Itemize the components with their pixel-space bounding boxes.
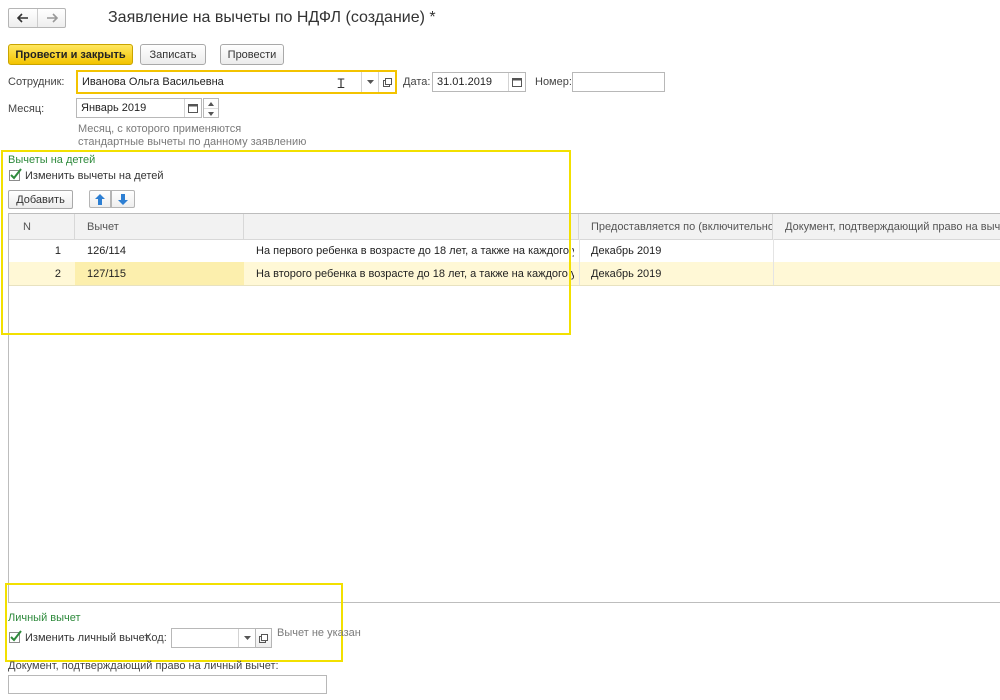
table-row[interactable]: 1 126/114 На первого ребенка в возрасте … <box>9 239 1000 263</box>
arrow-left-icon <box>17 13 28 23</box>
column-divider <box>579 239 580 285</box>
text-cursor-icon: Ｉ <box>334 75 348 91</box>
chevron-down-icon <box>243 635 251 640</box>
row-description: На второго ребенка в возрасте до 18 лет,… <box>256 267 574 280</box>
change-personal-checkbox[interactable] <box>9 630 22 643</box>
date-value: 31.01.2019 <box>437 76 493 88</box>
forward-button[interactable] <box>38 9 66 27</box>
nav-buttons <box>8 8 66 28</box>
column-header-until[interactable]: Предоставляется по (включительно) <box>579 214 773 239</box>
code-open-button[interactable] <box>256 628 272 648</box>
employee-value: Иванова Ольга Васильевна <box>82 76 224 88</box>
post-button[interactable]: Провести <box>220 44 284 65</box>
date-calendar-button[interactable] <box>508 73 525 91</box>
post-and-close-button[interactable]: Провести и закрыть <box>8 44 133 65</box>
stepper-up-icon[interactable] <box>204 99 218 109</box>
column-header-deduction[interactable]: Вычет <box>75 214 244 239</box>
row-document <box>773 239 1000 262</box>
arrow-right-icon <box>47 13 58 23</box>
personal-doc-field[interactable] <box>8 675 327 694</box>
employee-label: Сотрудник: <box>8 76 65 88</box>
move-up-button[interactable] <box>89 190 111 208</box>
month-hint-line1: Месяц, с которого применяются <box>78 123 242 135</box>
row-number: 1 <box>54 244 61 257</box>
code-dropdown-button[interactable] <box>238 629 255 647</box>
table-header: N Вычет Предоставляется по (включительно… <box>9 214 1000 240</box>
personal-section-title: Личный вычет <box>8 612 81 624</box>
row-code: 127/115 <box>75 262 244 285</box>
table-row-selected[interactable]: 2 127/115 На второго ребенка в возрасте … <box>9 262 1000 286</box>
chevron-down-icon <box>366 79 374 84</box>
move-down-button[interactable] <box>111 190 135 208</box>
month-stepper[interactable] <box>203 98 219 118</box>
change-children-checkbox[interactable] <box>9 168 22 181</box>
deduction-not-specified: Вычет не указан <box>277 627 361 639</box>
column-divider <box>773 239 774 285</box>
month-value: Январь 2019 <box>81 102 147 114</box>
employee-field[interactable]: Иванова Ольга Васильевна Ｉ <box>76 70 397 94</box>
row-code: 126/114 <box>87 244 126 257</box>
page-title: Заявление на вычеты по НДФЛ (создание) * <box>108 9 436 26</box>
month-hint-line2: стандартные вычеты по данному заявлению <box>78 136 307 148</box>
change-children-label: Изменить вычеты на детей <box>25 170 164 182</box>
arrow-up-icon <box>95 193 105 205</box>
column-header-document[interactable]: Документ, подтверждающий право на вычет <box>773 214 1000 239</box>
number-field[interactable] <box>572 72 665 92</box>
back-button[interactable] <box>9 9 38 27</box>
number-label: Номер: <box>535 76 572 88</box>
date-field[interactable]: 31.01.2019 <box>432 72 526 92</box>
checkmark-icon <box>10 630 22 642</box>
code-label: Код: <box>145 632 167 644</box>
month-calendar-button[interactable] <box>184 99 201 117</box>
row-until: Декабрь 2019 <box>591 267 662 280</box>
row-document <box>773 262 1000 285</box>
date-label: Дата: <box>403 76 431 88</box>
open-window-icon <box>259 633 268 643</box>
month-field[interactable]: Январь 2019 <box>76 98 202 118</box>
calendar-icon <box>188 104 198 113</box>
children-deductions-table: N Вычет Предоставляется по (включительно… <box>8 213 1000 603</box>
arrow-down-icon <box>118 193 128 205</box>
change-personal-label: Изменить личный вычет <box>25 632 150 644</box>
column-header-description[interactable] <box>244 214 579 239</box>
employee-open-button[interactable] <box>378 72 395 92</box>
code-field[interactable] <box>171 628 256 648</box>
row-description: На первого ребенка в возрасте до 18 лет,… <box>256 244 574 257</box>
checkmark-icon <box>10 168 22 180</box>
save-button[interactable]: Записать <box>140 44 206 65</box>
row-until: Декабрь 2019 <box>591 244 662 257</box>
personal-doc-label: Документ, подтверждающий право на личный… <box>8 660 279 672</box>
calendar-icon <box>512 78 522 87</box>
row-number: 2 <box>54 267 61 280</box>
add-deduction-button[interactable]: Добавить <box>8 190 73 209</box>
column-header-n[interactable]: N <box>9 214 75 239</box>
month-label: Месяц: <box>8 103 45 115</box>
children-section-title: Вычеты на детей <box>8 154 96 166</box>
stepper-down-icon[interactable] <box>204 109 218 118</box>
open-window-icon <box>382 77 392 87</box>
employee-dropdown-button[interactable] <box>361 72 378 92</box>
